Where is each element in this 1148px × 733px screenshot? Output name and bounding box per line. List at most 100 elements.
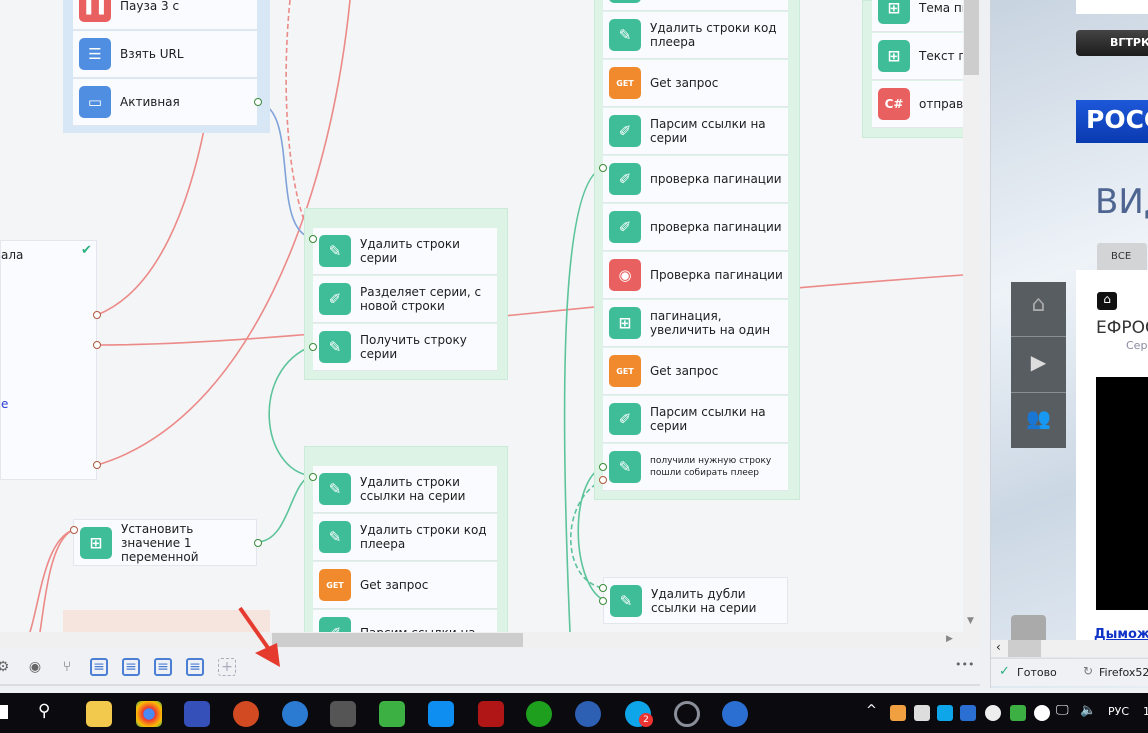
connection-port[interactable]: [309, 343, 317, 351]
arrows-app-icon[interactable]: [379, 701, 405, 727]
filezilla-icon[interactable]: [478, 701, 504, 727]
green-app-icon[interactable]: [526, 701, 552, 727]
branch-icon[interactable]: ⑂: [58, 658, 76, 676]
node-label: проверка пагинации: [650, 172, 782, 186]
explorer-icon[interactable]: [86, 701, 112, 727]
workflow-node[interactable]: ✎ получили нужную строку пошли собирать п…: [603, 444, 788, 491]
workflow-node[interactable]: ✐Парсим ссылки на: [313, 610, 497, 632]
workflow-node[interactable]: ✐ Разделяет серии, с новой строки: [313, 276, 497, 323]
workflow-node[interactable]: ⊞ пагинация, увеличить на один: [603, 300, 788, 347]
tray-icon[interactable]: [890, 705, 906, 721]
users-icon[interactable]: 👥: [1011, 394, 1066, 448]
more-button[interactable]: •••: [955, 658, 974, 671]
workflow-node[interactable]: ✐ проверка пагинации: [603, 204, 788, 251]
start-node[interactable]: ала ✔ е: [0, 240, 97, 480]
connection-port[interactable]: [93, 311, 101, 319]
check-app-icon[interactable]: [282, 701, 308, 727]
connection-port[interactable]: [599, 463, 607, 471]
list-icon[interactable]: ≡: [122, 658, 140, 676]
workflow-node[interactable]: ▭ Активная: [73, 79, 257, 126]
w-app-icon[interactable]: [575, 701, 601, 727]
connection-port[interactable]: [599, 476, 607, 484]
video-player[interactable]: [1096, 377, 1148, 610]
workflow-node[interactable]: ✐ проверка пагинации: [603, 156, 788, 203]
rossiya-banner[interactable]: РОСС: [1076, 100, 1148, 143]
tray-mail-icon[interactable]: [960, 705, 976, 721]
workflow-node[interactable]: ☰ Взять URL: [73, 31, 257, 78]
tray-shield-icon[interactable]: [1010, 705, 1026, 721]
connection-port[interactable]: [599, 584, 607, 592]
workflow-node[interactable]: ✎ Удалить дубли ссылки на серии: [603, 577, 788, 624]
network-icon[interactable]: 🖵: [1056, 703, 1069, 718]
workflow-node[interactable]: ✎ Удалить строки код плеера: [313, 514, 497, 561]
horizontal-scrollbar[interactable]: ▶: [0, 632, 980, 648]
language-indicator[interactable]: РУС: [1108, 705, 1129, 718]
clock[interactable]: 1: [1143, 705, 1148, 718]
tray-icon[interactable]: [1034, 705, 1050, 721]
search-icon[interactable]: ⚲: [38, 701, 50, 721]
s-app-icon[interactable]: [428, 701, 454, 727]
save-app-icon[interactable]: [184, 701, 210, 727]
connection-port[interactable]: [309, 235, 317, 243]
tray-icon[interactable]: [985, 705, 1001, 721]
vertical-scrollbar[interactable]: ▼: [963, 0, 980, 632]
workflow-node[interactable]: ✎ Получить строку серии: [313, 324, 497, 371]
refresh-icon[interactable]: ↻: [1083, 664, 1093, 678]
tab-all[interactable]: ВСЕ: [1097, 243, 1147, 270]
vertical-scroll-thumb[interactable]: [964, 0, 979, 75]
workflow-node[interactable]: GET Get запрос: [603, 348, 788, 395]
workflow-node[interactable]: ✐ Парсим ссылки на серии: [603, 108, 788, 155]
connection-port[interactable]: [70, 526, 78, 534]
profile-name[interactable]: Firefox52: [1099, 666, 1148, 679]
tray-icon[interactable]: [914, 705, 930, 721]
scroll-thumb[interactable]: [1008, 640, 1041, 657]
lock-app-icon[interactable]: [330, 701, 356, 727]
tray-expand-icon[interactable]: ^: [866, 703, 877, 718]
network-app-icon[interactable]: [674, 701, 700, 727]
settings-icon[interactable]: ⚙: [0, 658, 12, 676]
scroll-right-arrow[interactable]: ▶: [946, 634, 953, 644]
workflow-node[interactable]: ⊞ Установить значение 1 переменной: [73, 519, 257, 566]
horizontal-scroll-thumb[interactable]: [272, 633, 523, 647]
home-icon[interactable]: ⌂: [1097, 292, 1117, 310]
workflow-canvas[interactable]: ала ✔ е ❚❚ Пауза 3 с ☰ Взять URL ▭ Активная ✎ У…: [0, 0, 963, 632]
list-icon[interactable]: ≡: [154, 658, 172, 676]
workflow-node[interactable]: GET Get запрос: [603, 60, 788, 107]
workflow-node[interactable]: GET Get запрос: [313, 562, 497, 609]
fire-app-icon[interactable]: [233, 701, 259, 727]
volume-icon[interactable]: 🔈: [1080, 703, 1096, 718]
tray-skype-icon[interactable]: [937, 705, 953, 721]
chrome-icon[interactable]: [136, 701, 162, 727]
browser-hscrollbar[interactable]: ‹: [991, 640, 1148, 657]
workflow-node[interactable]: ❚❚ Пауза 3 с: [73, 0, 257, 30]
workflow-node[interactable]: ✎ Удалить строки серии: [313, 228, 497, 275]
workflow-node[interactable]: ⊞ Тема пи: [872, 0, 963, 32]
workflow-node[interactable]: ⊞ Текст п: [872, 33, 963, 80]
connection-port[interactable]: [599, 164, 607, 172]
play-icon[interactable]: ▶: [1011, 338, 1066, 393]
connection-port[interactable]: [309, 473, 317, 481]
vgtrk-button[interactable]: ВГТРК: [1076, 30, 1148, 56]
workflow-node[interactable]: C# отправл: [872, 81, 963, 128]
list-icon[interactable]: ≡: [186, 658, 204, 676]
connection-port[interactable]: [93, 341, 101, 349]
add-tab-icon[interactable]: +: [218, 658, 236, 676]
connection-port[interactable]: [599, 597, 607, 605]
user-icon[interactable]: ◉: [26, 658, 44, 676]
skype-icon[interactable]: 2: [625, 701, 653, 727]
start-icon[interactable]: [0, 705, 8, 719]
scroll-down-arrow[interactable]: ▼: [967, 616, 974, 626]
home-icon[interactable]: ⌂: [1011, 282, 1066, 337]
connection-port[interactable]: [254, 539, 262, 547]
list-icon[interactable]: ≡: [90, 658, 108, 676]
workflow-node[interactable]: ✎ Удалить строки ссылки на серии: [313, 466, 497, 513]
workflow-node[interactable]: ✐ Парсим ссылки на серии: [603, 396, 788, 443]
connection-port[interactable]: [254, 98, 262, 106]
workflow-node[interactable]: ✎: [603, 0, 788, 11]
start-node-link[interactable]: е: [1, 397, 8, 411]
workflow-node[interactable]: ◉ Проверка пагинации: [603, 252, 788, 299]
mail-app-icon[interactable]: [722, 701, 748, 727]
scroll-left-arrow[interactable]: ‹: [996, 640, 1001, 654]
workflow-node[interactable]: ✎ Удалить строки код плеера: [603, 12, 788, 59]
connection-port[interactable]: [93, 461, 101, 469]
